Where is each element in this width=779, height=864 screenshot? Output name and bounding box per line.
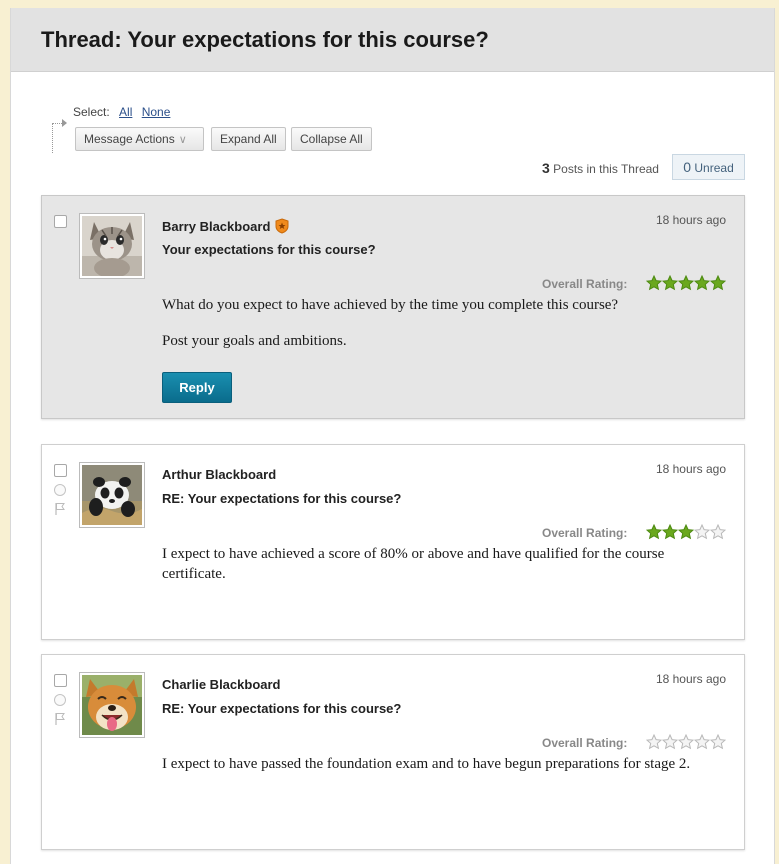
post-item: Charlie Blackboard 18 hours ago RE: Your… — [41, 654, 745, 850]
reply-button[interactable]: Reply — [162, 372, 232, 403]
message-actions-button[interactable]: Message Actions ∨ — [75, 127, 204, 151]
expand-all-button[interactable]: Expand All — [211, 127, 286, 151]
star-empty-icon[interactable] — [678, 734, 694, 750]
cat-avatar-icon — [82, 216, 142, 276]
post-item: Arthur Blackboard 18 hours ago RE: Your … — [41, 444, 745, 640]
post-body: I expect to have achieved a score of 80%… — [162, 544, 722, 600]
post-time: 18 hours ago — [655, 462, 726, 476]
post-author[interactable]: Charlie Blackboard — [162, 677, 281, 692]
rating-label: Overall Rating: — [542, 526, 628, 540]
post-time: 18 hours ago — [655, 213, 726, 227]
rating-label: Overall Rating: — [542, 277, 628, 291]
message-actions-label: Message Actions — [84, 132, 175, 146]
post-subject: Your expectations for this course? — [162, 242, 376, 257]
post-body: I expect to have passed the foundation e… — [162, 754, 722, 790]
post-item: Barry Blackboard 18 hours ago Your expec… — [41, 195, 745, 419]
post-body-paragraph: I expect to have passed the foundation e… — [162, 756, 691, 772]
star-rating[interactable] — [646, 734, 726, 750]
star-empty-icon[interactable] — [710, 524, 726, 540]
rating-label: Overall Rating: — [542, 736, 628, 750]
select-label: Select: — [73, 105, 110, 119]
dog-avatar-icon — [82, 675, 142, 735]
star-empty-icon[interactable] — [710, 734, 726, 750]
post-select-checkbox[interactable] — [54, 215, 67, 228]
post-time: 18 hours ago — [655, 672, 726, 686]
star-empty-icon[interactable] — [646, 734, 662, 750]
double-chevron-down-icon: ∨ — [178, 134, 187, 146]
post-count-number: 3 — [542, 160, 550, 176]
star-filled-icon[interactable] — [678, 524, 694, 540]
post-body-paragraph: I expect to have achieved a score of 80%… — [162, 546, 665, 582]
post-select-checkbox[interactable] — [54, 464, 67, 477]
star-filled-icon[interactable] — [694, 275, 710, 291]
collapse-all-button[interactable]: Collapse All — [291, 127, 372, 151]
star-filled-icon[interactable] — [662, 275, 678, 291]
mark-read-radio[interactable] — [54, 694, 66, 706]
post-subject: RE: Your expectations for this course? — [162, 491, 402, 506]
post-body: What do you expect to have achieved by t… — [162, 295, 722, 367]
unread-count-number: 0 — [683, 159, 692, 175]
panda-avatar-icon — [82, 465, 142, 525]
post-subject: RE: Your expectations for this course? — [162, 701, 402, 716]
select-none-link[interactable]: None — [142, 105, 171, 119]
page-title: Thread: Your expectations for this cours… — [41, 27, 489, 52]
avatar — [79, 672, 145, 738]
star-empty-icon[interactable] — [662, 734, 678, 750]
post-author-name: Barry Blackboard — [162, 219, 271, 234]
select-bracket-decoration — [52, 119, 67, 153]
post-author[interactable]: Arthur Blackboard — [162, 467, 276, 482]
mark-read-radio[interactable] — [54, 484, 66, 496]
post-count: 3 Posts in this Thread — [542, 160, 659, 176]
discussion-panel: Thread: Your expectations for this cours… — [10, 8, 775, 864]
flag-icon[interactable] — [54, 712, 66, 725]
star-filled-icon[interactable] — [646, 524, 662, 540]
post-body-paragraph: What do you expect to have achieved by t… — [162, 297, 619, 313]
post-body-paragraph: Post your goals and ambitions. — [162, 333, 347, 349]
star-rating[interactable] — [646, 275, 726, 291]
select-all-link[interactable]: All — [119, 105, 132, 119]
star-empty-icon[interactable] — [694, 734, 710, 750]
thread-header: Thread: Your expectations for this cours… — [11, 8, 774, 72]
post-select-checkbox[interactable] — [54, 674, 67, 687]
avatar — [79, 213, 145, 279]
unread-count-label: Unread — [694, 161, 734, 175]
flag-icon[interactable] — [54, 502, 66, 515]
unread-count-button[interactable]: 0 Unread — [672, 154, 745, 180]
star-rating[interactable] — [646, 524, 726, 540]
star-filled-icon[interactable] — [646, 275, 662, 291]
avatar — [79, 462, 145, 528]
star-filled-icon[interactable] — [662, 524, 678, 540]
star-badge-icon — [275, 218, 289, 234]
post-author[interactable]: Barry Blackboard — [162, 218, 290, 234]
star-filled-icon[interactable] — [678, 275, 694, 291]
star-filled-icon[interactable] — [710, 275, 726, 291]
select-row: Select: All None — [73, 105, 170, 119]
post-count-label: Posts in this Thread — [553, 162, 659, 176]
star-empty-icon[interactable] — [694, 524, 710, 540]
